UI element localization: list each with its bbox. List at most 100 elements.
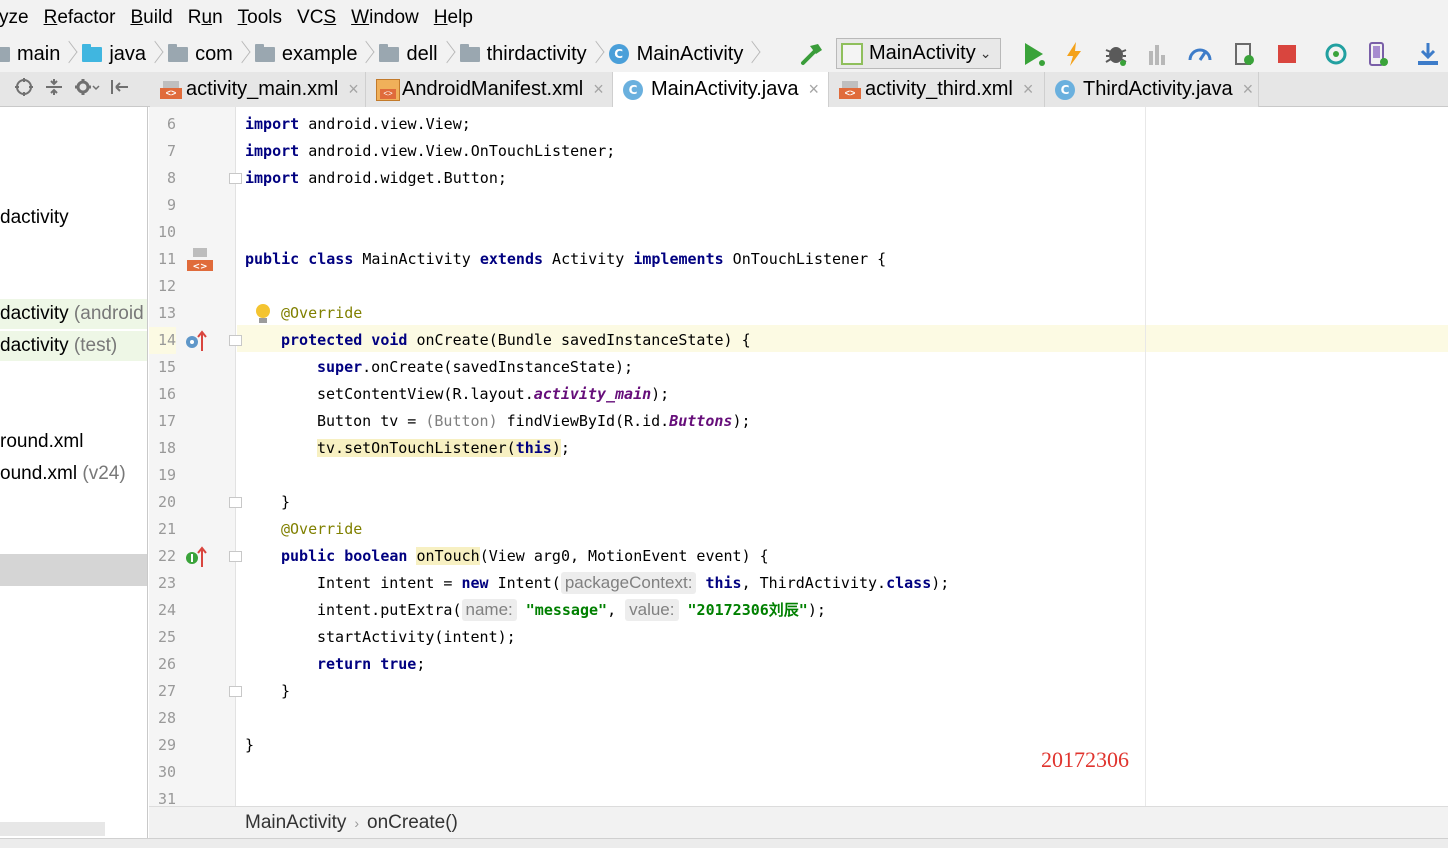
locate-target-icon[interactable] xyxy=(14,77,34,102)
xml-layout-link-icon[interactable]: <> xyxy=(187,247,213,278)
fold-marker[interactable] xyxy=(229,497,242,508)
parameter-hint: packageContext: xyxy=(560,572,697,594)
nav-crumb-main[interactable]: main xyxy=(0,36,82,72)
line-number: 18 xyxy=(157,439,176,457)
menu-tools[interactable]: Tools xyxy=(238,7,282,29)
tree-item-unit-test[interactable]: dactivity (test) xyxy=(0,331,147,361)
nav-crumb-thirdactivity[interactable]: thirdactivity xyxy=(459,36,609,72)
debug-bug-icon[interactable] xyxy=(1102,40,1130,68)
override-method-icon[interactable] xyxy=(185,329,207,358)
package-icon xyxy=(254,43,275,62)
run-configuration-selector[interactable]: MainActivity ⌄ xyxy=(836,38,1001,69)
nav-crumb-example[interactable]: example xyxy=(254,36,380,72)
line-number: 27 xyxy=(157,682,176,700)
chevron-down-icon: ⌄ xyxy=(979,45,992,61)
menu-analyze[interactable]: yze xyxy=(0,7,29,29)
line-number: 6 xyxy=(166,115,176,133)
chevron-right-icon: › xyxy=(354,814,360,831)
settings-gear-icon[interactable] xyxy=(74,77,100,102)
chevron-right-icon xyxy=(363,36,373,72)
code-line-21: @Override xyxy=(281,520,363,538)
line-number: 17 xyxy=(157,412,176,430)
code-line-15: super.onCreate(savedInstanceState); xyxy=(317,358,634,376)
package-icon xyxy=(379,43,400,62)
tab-thirdactivity-java[interactable]: C ThirdActivity.java × xyxy=(1045,72,1259,107)
tab-activity-third-xml[interactable]: activity_third.xml × xyxy=(829,72,1045,107)
menu-build[interactable]: Build xyxy=(130,7,172,29)
implements-method-icon[interactable] xyxy=(185,545,207,574)
project-tree-panel: dactivity dactivity (android dactivity (… xyxy=(0,107,148,838)
close-icon[interactable]: × xyxy=(1023,79,1034,100)
breadcrumb-method[interactable]: onCreate() xyxy=(367,812,458,834)
tab-mainactivity-java[interactable]: C MainActivity.java × xyxy=(613,72,829,107)
code-editor[interactable]: import android.view.View; import android… xyxy=(237,107,1448,806)
status-bar xyxy=(0,838,1448,848)
run-icon[interactable] xyxy=(1020,40,1048,68)
class-icon: C xyxy=(608,44,629,64)
line-number: 15 xyxy=(157,358,176,376)
sdk-manager-download-icon[interactable] xyxy=(1414,40,1442,68)
code-line-11: public class MainActivity extends Activi… xyxy=(245,250,887,268)
nav-crumb-com[interactable]: com xyxy=(168,36,255,72)
line-number: 7 xyxy=(166,142,176,160)
horizontal-scrollbar[interactable] xyxy=(0,822,105,836)
collapse-all-icon[interactable] xyxy=(44,77,64,102)
close-icon[interactable]: × xyxy=(808,79,819,100)
menu-bar: yze Refactor Build Run Tools VCS Window … xyxy=(0,0,1448,36)
fold-marker[interactable] xyxy=(229,173,242,184)
tree-item-background-xml[interactable]: round.xml xyxy=(0,427,83,457)
class-icon: C xyxy=(623,79,643,100)
code-line-27: } xyxy=(281,682,291,700)
project-panel-toolbar xyxy=(0,72,148,107)
code-line-26: return true; xyxy=(317,655,426,673)
tab-androidmanifest-xml[interactable]: AndroidManifest.xml × xyxy=(366,72,613,107)
code-line-8: import android.widget.Button; xyxy=(245,169,507,187)
line-number: 16 xyxy=(157,385,176,403)
nav-crumb-java[interactable]: java xyxy=(82,36,168,72)
line-number: 12 xyxy=(157,277,176,295)
xml-file-icon xyxy=(839,80,861,100)
close-icon[interactable]: × xyxy=(348,79,359,100)
profile-icon[interactable] xyxy=(1144,40,1172,68)
make-project-hammer-icon[interactable] xyxy=(798,40,826,68)
line-number: 21 xyxy=(157,520,176,538)
stop-icon[interactable] xyxy=(1274,40,1300,68)
line-number: 8 xyxy=(166,169,176,187)
code-line-24: intent.putExtra(name: "message", value: … xyxy=(317,599,826,621)
nav-crumb-mainactivity[interactable]: C MainActivity xyxy=(608,36,766,72)
attach-debugger-icon[interactable] xyxy=(1230,40,1258,68)
menu-window[interactable]: Window xyxy=(351,7,419,29)
parameter-hint: name: xyxy=(461,599,517,621)
menu-refactor[interactable]: Refactor xyxy=(44,7,116,29)
lightbulb-icon[interactable] xyxy=(254,302,272,331)
profiler-gauge-icon[interactable] xyxy=(1186,40,1214,68)
code-line-20: } xyxy=(281,493,291,511)
tree-selected-row[interactable] xyxy=(0,554,147,586)
package-icon xyxy=(459,43,480,62)
code-line-16: setContentView(R.layout.activity_main); xyxy=(317,385,670,403)
fold-marker[interactable] xyxy=(229,686,242,697)
tree-item-foreground-xml-v24[interactable]: ound.xml (v24) xyxy=(0,459,126,489)
nav-crumb-dell[interactable]: dell xyxy=(379,36,459,72)
code-line-13: @Override xyxy=(281,304,363,322)
close-icon[interactable]: × xyxy=(593,79,604,100)
sync-gradle-icon[interactable] xyxy=(1322,40,1350,68)
apply-changes-lightning-icon[interactable] xyxy=(1062,40,1086,68)
parameter-hint: value: xyxy=(625,599,679,621)
avd-manager-icon[interactable] xyxy=(1364,40,1392,68)
menu-help[interactable]: Help xyxy=(434,7,473,29)
line-number: 20 xyxy=(157,493,176,511)
chevron-right-icon xyxy=(749,36,759,72)
right-margin-guide xyxy=(1145,107,1146,806)
fold-marker[interactable] xyxy=(229,551,242,562)
close-icon[interactable]: × xyxy=(1243,79,1254,100)
breadcrumb-class[interactable]: MainActivity xyxy=(245,812,346,834)
chevron-right-icon xyxy=(66,36,76,72)
tree-item-package[interactable]: dactivity xyxy=(0,203,69,233)
fold-marker[interactable] xyxy=(229,335,242,346)
tree-item-android-test[interactable]: dactivity (android xyxy=(0,299,147,329)
menu-run[interactable]: Run xyxy=(188,7,223,29)
menu-vcs[interactable]: VCS xyxy=(297,7,336,29)
hide-panel-icon[interactable] xyxy=(110,77,130,102)
tab-activity-main-xml[interactable]: activity_main.xml × xyxy=(150,72,366,107)
